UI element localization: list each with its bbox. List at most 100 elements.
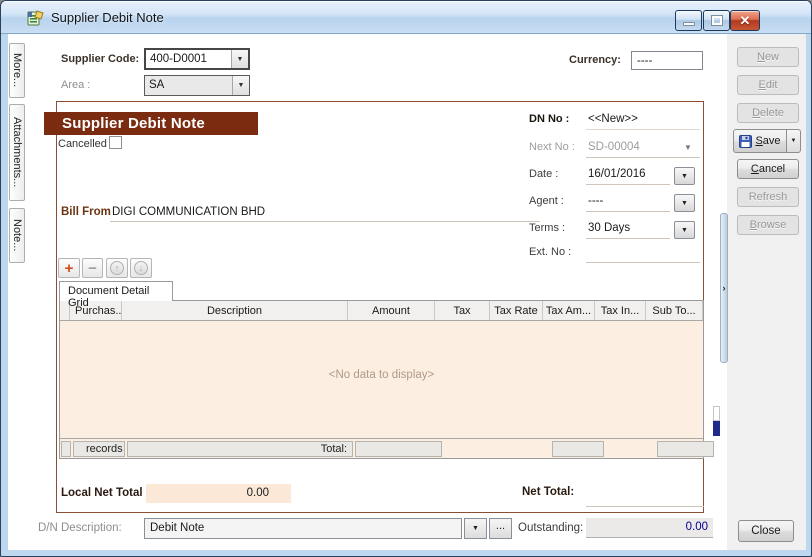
move-up-button[interactable]: ↑ (106, 258, 128, 278)
document-detail-grid: Purchas...DescriptionAmountTaxTax RateTa… (59, 300, 704, 459)
maximize-icon (712, 16, 722, 25)
save-floppy-icon (739, 135, 752, 148)
add-icon: + (65, 261, 74, 276)
records-cell: records (73, 441, 125, 457)
dn-no-value: <<New>> (588, 113, 638, 125)
dn-description-label: D/N Description: (38, 522, 122, 534)
titlebar[interactable]: Supplier Debit Note ✕ (1, 1, 812, 34)
window-title: Supplier Debit Note (51, 10, 164, 25)
supplier-code-label: Supplier Code: (61, 53, 139, 65)
close-window-button[interactable]: ✕ (730, 10, 760, 31)
chevron-down-icon: ▼ (681, 173, 688, 180)
dn-no-underline (586, 129, 700, 130)
chevron-down-icon: ▼ (791, 138, 797, 144)
action-button-new[interactable]: New (737, 47, 799, 67)
action-button-delete[interactable]: Delete (737, 103, 799, 123)
local-net-total-label: Local Net Total : (61, 487, 150, 499)
column-header-tax-am[interactable]: Tax Am... (543, 301, 595, 320)
column-header-sub-to[interactable]: Sub To... (646, 301, 703, 320)
next-no-dropdown-arrow[interactable]: ▼ (684, 143, 692, 152)
scrollbar-track[interactable] (713, 406, 720, 421)
chevron-down-icon: ▼ (472, 525, 479, 532)
cancelled-checkbox[interactable] (109, 136, 122, 149)
chevron-down-icon: ▼ (681, 227, 688, 234)
net-total-label: Net Total: (522, 486, 574, 498)
sidebar-tab-attachments[interactable]: Attachments... (9, 104, 25, 201)
area-value[interactable]: SA (145, 76, 232, 95)
terms-dropdown-button[interactable]: ▼ (674, 221, 695, 239)
currency-value: ---- (631, 51, 703, 70)
column-header-description[interactable]: Description (122, 301, 348, 320)
area-combo[interactable]: SA ▼ (144, 75, 250, 96)
outstanding-label: Outstanding: (518, 522, 583, 534)
supplier-code-combo[interactable]: 400-D0001 ▼ (144, 48, 250, 70)
maximize-button[interactable] (703, 10, 730, 31)
chevron-right-icon: › (723, 283, 726, 293)
terms-label: Terms : (529, 222, 565, 234)
action-button-refresh[interactable]: Refresh (737, 187, 799, 207)
action-button-cancel[interactable]: Cancel (737, 159, 799, 179)
tab-document-detail-grid[interactable]: Document Detail Grid (59, 281, 173, 301)
move-down-icon: ↓ (134, 261, 148, 275)
date-underline (586, 184, 670, 185)
ext-no-underline (586, 262, 700, 263)
footer-indicator-cell (61, 441, 71, 457)
grid-header-row: Purchas...DescriptionAmountTaxTax RateTa… (60, 301, 703, 321)
area-dropdown-button[interactable]: ▼ (232, 76, 249, 95)
grid-footer-row: recordsTotal: (60, 438, 703, 458)
chevron-down-icon: ▼ (237, 56, 244, 63)
grid-body[interactable]: <No data to display> (60, 321, 703, 438)
column-header-tax-in[interactable]: Tax In... (595, 301, 646, 320)
currency-label: Currency: (569, 54, 621, 66)
client-area: More... Attachments... Note... Supplier Co… (8, 34, 806, 550)
panel-splitter[interactable]: › (720, 213, 728, 363)
agent-value[interactable]: ---- (588, 195, 603, 207)
outstanding-value: 0.00 (586, 518, 713, 538)
action-button-save-split: Save ▼ (733, 129, 801, 153)
terms-underline (586, 238, 670, 239)
date-label: Date : (529, 168, 558, 180)
total-tax-amount-cell (552, 441, 604, 457)
minimize-button[interactable] (675, 10, 702, 31)
bill-from-underline (110, 221, 540, 222)
action-panel: New Edit Delete Save ▼ Cancel Refresh Browse (727, 34, 806, 550)
bill-from-value[interactable]: DIGI COMMUNICATION BHD (112, 206, 265, 218)
net-total-underline (586, 506, 704, 507)
ext-no-label: Ext. No : (529, 246, 571, 258)
column-header-tax[interactable]: Tax (435, 301, 490, 320)
column-header-amount[interactable]: Amount (348, 301, 435, 320)
bill-from-label: Bill From (61, 206, 111, 218)
total-label-cell: Total: (127, 441, 353, 457)
chevron-down-icon: ▼ (681, 200, 688, 207)
ellipsis-icon: ... (496, 520, 505, 532)
dn-description-input[interactable]: Debit Note (144, 518, 462, 539)
scrollbar-thumb[interactable] (713, 421, 720, 436)
remove-row-button[interactable]: − (82, 258, 103, 278)
action-button-save[interactable]: Save (733, 129, 787, 153)
action-button-edit[interactable]: Edit (737, 75, 799, 95)
action-button-browse[interactable]: Browse (737, 215, 799, 235)
local-net-total-value: 0.00 (146, 484, 291, 503)
terms-value[interactable]: 30 Days (588, 222, 630, 234)
move-up-icon: ↑ (110, 261, 124, 275)
sidebar-tab-more[interactable]: More... (9, 43, 25, 98)
supplier-code-value[interactable]: 400-D0001 (146, 50, 231, 68)
date-dropdown-button[interactable]: ▼ (674, 167, 695, 185)
grid-empty-message: <No data to display> (60, 369, 703, 381)
sidebar-tab-note[interactable]: Note... (9, 208, 25, 263)
next-no-value: SD-00004 (588, 141, 640, 153)
add-row-button[interactable]: + (58, 258, 80, 278)
supplier-debit-note-window: Supplier Debit Note ✕ More... Attachments… (0, 0, 812, 557)
dn-description-browse-button[interactable]: ... (489, 518, 512, 539)
close-button[interactable]: Close (738, 520, 794, 542)
move-down-button[interactable]: ↓ (130, 258, 152, 278)
action-button-save-dropdown[interactable]: ▼ (787, 129, 801, 153)
supplier-code-dropdown-button[interactable]: ▼ (231, 50, 248, 68)
cancelled-label: Cancelled (58, 138, 107, 150)
column-header-tax-rate[interactable]: Tax Rate (490, 301, 543, 320)
remove-icon: − (88, 261, 97, 276)
dn-description-dropdown-button[interactable]: ▼ (464, 518, 487, 539)
date-value[interactable]: 16/01/2016 (588, 168, 646, 180)
agent-dropdown-button[interactable]: ▼ (674, 194, 695, 212)
agent-underline (586, 211, 670, 212)
